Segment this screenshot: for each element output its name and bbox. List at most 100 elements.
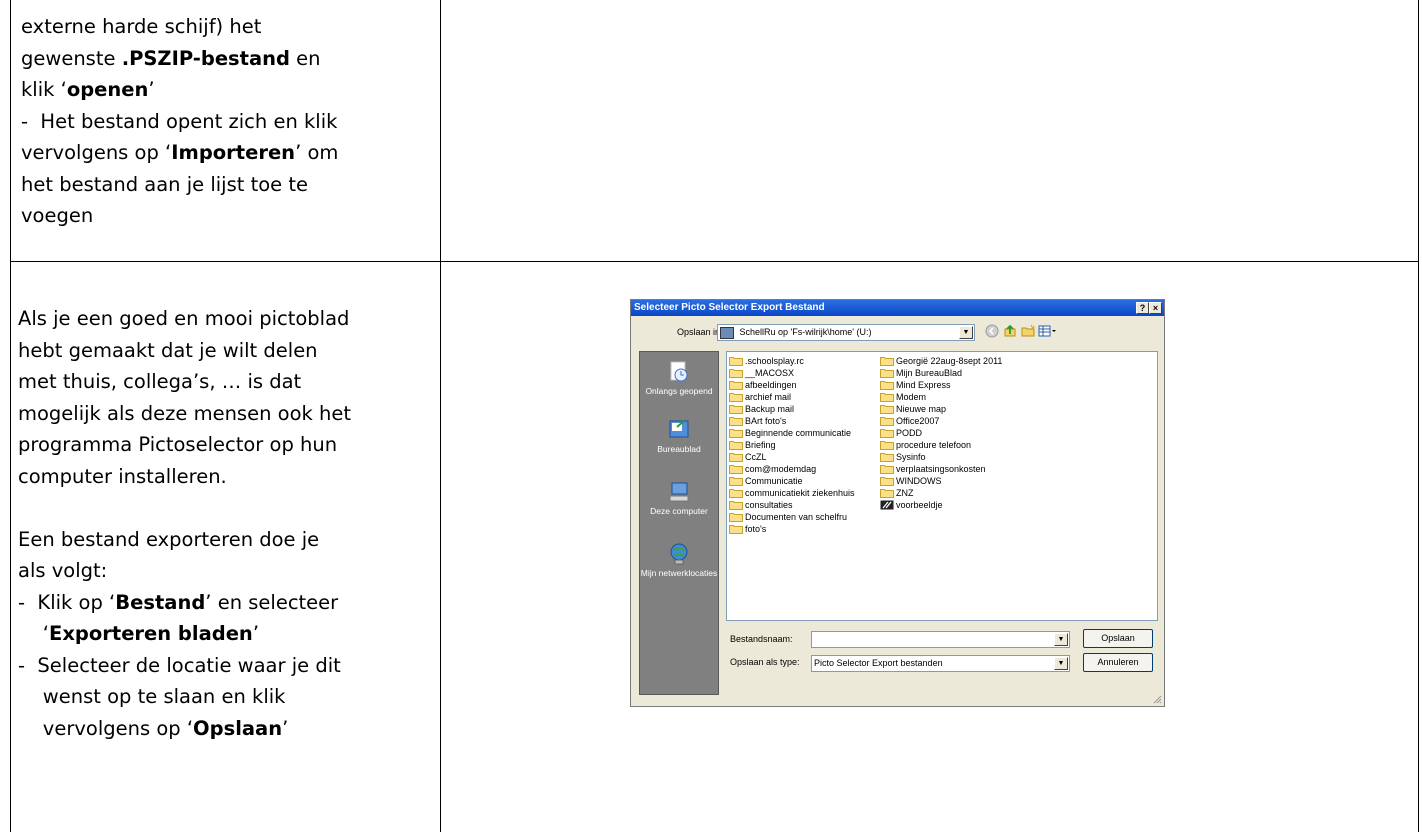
file-list-item[interactable]: Georgië 22aug-8sept 2011 (880, 355, 1002, 367)
save-dialog: Selecteer Picto Selector Export Bestand … (630, 299, 1165, 707)
file-list-item[interactable]: Communicatie (729, 475, 855, 487)
file-list-item[interactable]: consultaties (729, 499, 855, 511)
file-list-item[interactable]: BArt foto's (729, 415, 855, 427)
file-name: Nieuwe map (896, 404, 947, 414)
file-list-item[interactable]: ZNZ (880, 487, 1002, 499)
text-line: mogelijk als deze mensen ook het (18, 398, 438, 430)
instruction-cell-import: externe harde schijf) het gewenste .PSZIP… (21, 11, 436, 232)
folder-icon (729, 477, 743, 486)
file-list[interactable]: .schoolsplay.rc __MACOSX afbeeldingen archi… (726, 351, 1158, 621)
file-name: WINDOWS (896, 476, 942, 486)
folder-icon (880, 441, 894, 450)
places-label: Deze computer (650, 506, 708, 516)
text-run: - Het bestand opent zich en klik (21, 109, 338, 133)
file-list-column-1: .schoolsplay.rc __MACOSX afbeeldingen archi… (729, 355, 855, 535)
file-list-column-2: Georgië 22aug-8sept 2011 Mijn BureauBlad M… (880, 355, 1002, 511)
file-list-item[interactable]: Sysinfo (880, 451, 1002, 463)
file-list-item[interactable]: foto's (729, 523, 855, 535)
up-folder-icon[interactable] (1003, 324, 1017, 338)
folder-icon (880, 381, 894, 390)
file-list-item[interactable]: CcZL (729, 451, 855, 463)
file-name: Georgië 22aug-8sept 2011 (896, 356, 1003, 366)
file-list-item[interactable]: __MACOSX (729, 367, 855, 379)
cancel-button[interactable]: Annuleren (1083, 653, 1153, 672)
places-bar: Onlangs geopend Bureaublad Deze computer… (639, 351, 719, 695)
file-list-item[interactable]: procedure telefoon (880, 439, 1002, 451)
file-list-item[interactable]: Backup mail (729, 403, 855, 415)
file-list-item[interactable]: Beginnende communicatie (729, 427, 855, 439)
text-line: vervolgens op ‘Importeren’ om (21, 137, 436, 169)
file-type-label: Opslaan als type: (730, 657, 800, 667)
resize-grip-icon[interactable] (1152, 694, 1162, 704)
places-desktop[interactable]: Bureaublad (640, 418, 718, 454)
file-list-item[interactable]: Office2007 (880, 415, 1002, 427)
file-name: Briefing (745, 440, 776, 450)
text-line: als volgt: (18, 555, 438, 587)
file-list-item[interactable]: com@modemdag (729, 463, 855, 475)
text-line: Een bestand exporteren doe je (18, 524, 438, 556)
text-line: gewenste .PSZIP-bestand en (21, 43, 436, 75)
bold-text: Bestand (115, 590, 206, 614)
places-label: Mijn netwerklocaties (640, 568, 718, 578)
save-button[interactable]: Opslaan (1083, 629, 1153, 648)
text-line: computer installeren. (18, 461, 438, 493)
bold-text: Exporteren bladen (49, 622, 253, 645)
file-list-item[interactable]: PODD (880, 427, 1002, 439)
file-list-item[interactable]: Mind Express (880, 379, 1002, 391)
folder-icon (880, 405, 894, 414)
file-name: .schoolsplay.rc (745, 356, 804, 366)
dialog-titlebar[interactable]: Selecteer Picto Selector Export Bestand (631, 300, 1164, 316)
file-list-item[interactable]: Mijn BureauBlad (880, 367, 1002, 379)
text-run: mogelijk als deze mensen ook het (18, 401, 351, 425)
file-name: Mind Express (896, 380, 951, 390)
text-run: externe harde schijf) het (21, 15, 262, 38)
file-list-item[interactable]: verplaatsingsonkosten (880, 463, 1002, 475)
table-column-divider (440, 0, 441, 832)
text-run: met thuis, collega’s, … is dat (18, 370, 302, 393)
file-list-item[interactable]: archief mail (729, 391, 855, 403)
file-type-dropdown[interactable]: Picto Selector Export bestanden ▼ (811, 655, 1070, 672)
bold-text: Opslaan (193, 716, 283, 740)
file-name: Beginnende communicatie (745, 428, 852, 438)
file-list-item[interactable]: Nieuwe map (880, 403, 1002, 415)
my-computer-icon (669, 482, 689, 502)
text-line: - Het bestand opent zich en klik (21, 106, 436, 138)
file-name: ZNZ (896, 488, 914, 498)
folder-icon (880, 453, 894, 462)
filename-input[interactable]: ▼ (811, 631, 1070, 648)
filename-label: Bestandsnaam: (730, 634, 793, 644)
text-run: hebt gemaakt dat je wilt delen (18, 338, 318, 362)
places-recent[interactable]: Onlangs geopend (640, 360, 718, 396)
file-list-item[interactable]: Documenten van schelfru (729, 511, 855, 523)
file-list-item[interactable]: WINDOWS (880, 475, 1002, 487)
places-my-computer[interactable]: Deze computer (640, 480, 718, 516)
file-name: Sysinfo (896, 452, 926, 462)
file-list-item[interactable]: afbeeldingen (729, 379, 855, 391)
picto-file-icon (880, 500, 894, 510)
help-button[interactable]: ? (1136, 302, 1149, 314)
back-icon[interactable] (985, 324, 999, 338)
view-menu-icon[interactable] (1038, 324, 1058, 338)
file-name: afbeeldingen (745, 380, 797, 390)
file-name: Modem (896, 392, 927, 402)
chevron-down-icon[interactable]: ▼ (959, 326, 973, 339)
text-line: Als je een goed en mooi pictoblad (18, 303, 438, 335)
file-list-item[interactable]: voorbeeldje (880, 499, 1002, 511)
chevron-down-icon[interactable]: ▼ (1054, 657, 1068, 670)
text-run: Een bestand exporteren doe je (18, 527, 320, 551)
text-run: ’ (148, 78, 155, 101)
file-name: verplaatsingsonkosten (896, 464, 986, 474)
file-list-item[interactable]: Briefing (729, 439, 855, 451)
file-list-item[interactable]: communicatiekit ziekenhuis (729, 487, 855, 499)
file-list-item[interactable]: .schoolsplay.rc (729, 355, 855, 367)
text-run: gewenste (21, 46, 122, 70)
close-button[interactable]: × (1149, 302, 1162, 314)
chevron-down-icon[interactable]: ▼ (1054, 633, 1068, 646)
save-in-dropdown[interactable]: SchellRu op 'Fs-wilrijk\home' (U:) ▼ (717, 324, 975, 341)
network-drive-icon (720, 326, 734, 339)
new-folder-icon[interactable] (1021, 324, 1035, 338)
file-list-item[interactable]: Modem (880, 391, 1002, 403)
places-network[interactable]: Mijn netwerklocaties (640, 542, 718, 578)
text-line: - Klik op ‘Bestand’ en selecteer (18, 587, 438, 619)
bold-text: Importeren (171, 141, 296, 164)
